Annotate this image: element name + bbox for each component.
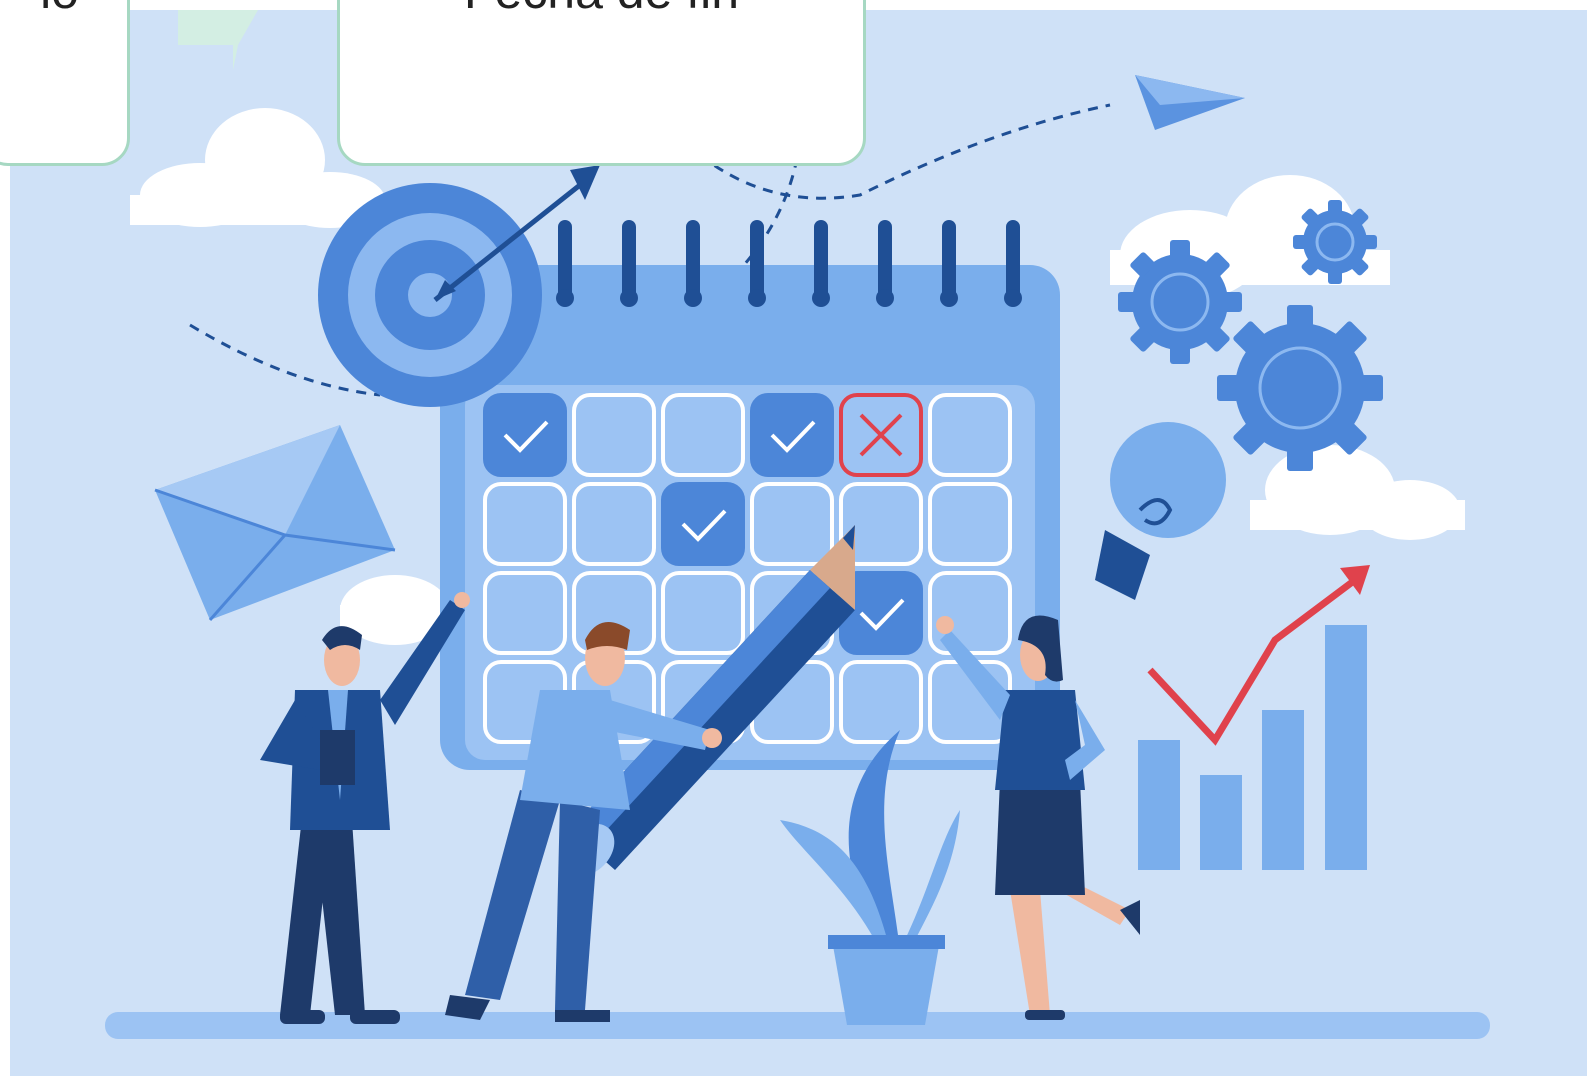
calendar-ring: [620, 220, 638, 307]
calendar-ring: [748, 220, 766, 307]
gear-icon-medium: [1118, 240, 1242, 364]
gear-tooth: [1217, 375, 1239, 401]
gear-tooth: [1170, 240, 1190, 258]
connector-arrow-shape: [178, 10, 298, 70]
gear-tooth: [1287, 449, 1313, 471]
calendar-ring: [876, 220, 894, 307]
scene-svg: [105, 75, 1490, 1039]
gear-tooth: [1328, 200, 1342, 214]
calendar-ring: [812, 220, 830, 307]
gear-tooth: [1224, 292, 1242, 312]
gear-tooth: [1328, 270, 1342, 284]
gear-tooth: [1361, 375, 1383, 401]
plant-icon: [780, 730, 960, 1025]
step-card-end-date-text: Fecha de fin: [340, 0, 863, 21]
calendar-ring: [556, 220, 574, 307]
step-card-start-text: io: [40, 0, 79, 21]
target-icon: [318, 183, 542, 407]
calendar-ring: [940, 220, 958, 307]
step-card-end-date: Fecha de fin: [337, 0, 866, 166]
gear-tooth: [1118, 292, 1136, 312]
illustration-scene: io Fecha de fin: [0, 0, 1587, 1076]
connector-arrow-svg: [178, 10, 258, 70]
paper-plane-icon: [1135, 75, 1245, 130]
person-man-pointing: [260, 592, 470, 1024]
gear-tooth: [1287, 305, 1313, 327]
step-card-start: io: [0, 0, 130, 166]
calendar-day-cell: [483, 393, 567, 477]
gear-tooth: [1170, 346, 1190, 364]
calendar-day-cell: [750, 393, 834, 477]
cloud-right-bottom: [1250, 445, 1465, 540]
calendar-ring: [1004, 220, 1022, 307]
gear-tooth: [1363, 235, 1377, 249]
lightbulb-icon: [1095, 422, 1226, 600]
gear-tooth: [1293, 235, 1307, 249]
calendar-day-cell: [661, 482, 745, 566]
gear-icon-small: [1293, 200, 1377, 284]
calendar-ring: [684, 220, 702, 307]
growth-chart-icon: [1138, 565, 1370, 870]
gear-icon-large: [1217, 305, 1383, 471]
